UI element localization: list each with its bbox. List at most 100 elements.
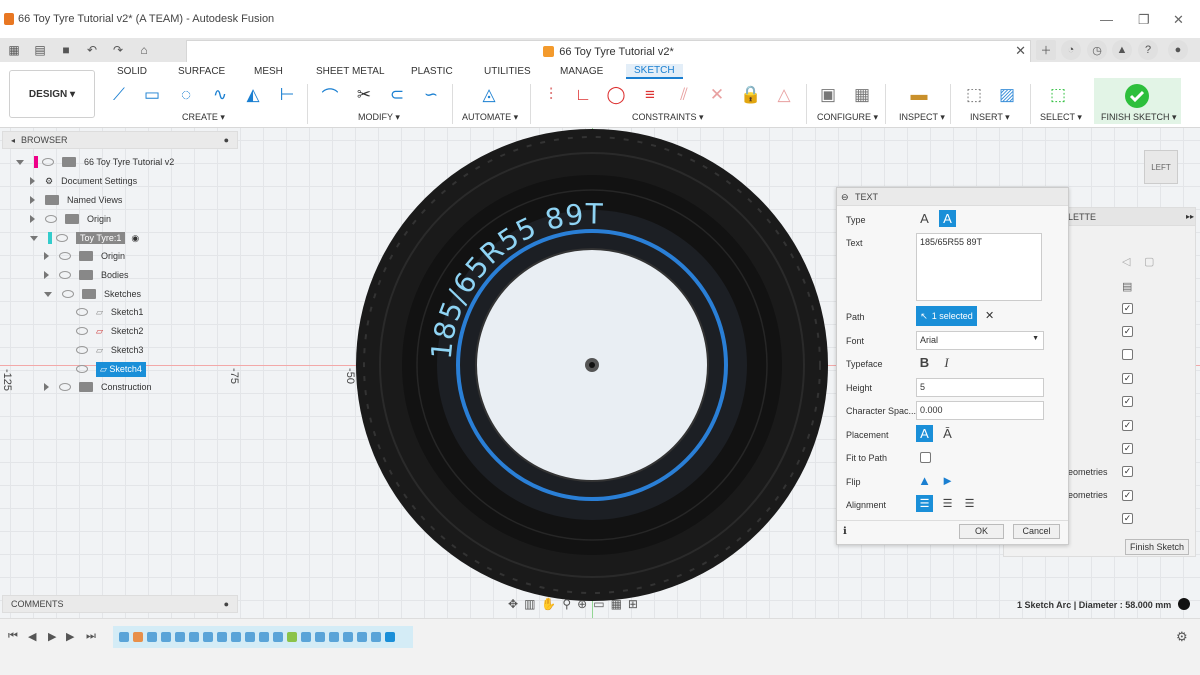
insert-image-icon[interactable]: ▨ [994, 82, 1020, 108]
spline-tool-icon[interactable]: ∿ [207, 82, 233, 108]
measure-icon[interactable]: ▬ [906, 82, 932, 108]
save-icon[interactable]: ■ [56, 40, 76, 60]
tree-item-bodies[interactable]: Bodies [44, 266, 129, 284]
timeline-item[interactable] [343, 632, 353, 642]
zoom-icon[interactable]: ⚲ [562, 597, 571, 611]
visibility-eye-icon[interactable] [56, 234, 68, 242]
timeline-features[interactable] [113, 626, 413, 648]
visibility-eye-icon[interactable] [59, 271, 71, 279]
clear-selection-icon[interactable]: ✕ [985, 309, 994, 322]
flip-vertical-icon[interactable]: ▲ [916, 472, 933, 489]
text-type-icon[interactable]: A [916, 210, 933, 227]
info-icon[interactable]: ℹ [843, 526, 847, 537]
palette-checkbox[interactable]: ✓ [1122, 396, 1133, 407]
user-avatar[interactable]: ● [1168, 40, 1188, 60]
expand-icon[interactable] [30, 196, 35, 204]
timeline-item[interactable] [329, 632, 339, 642]
tab-solid[interactable]: SOLID [117, 66, 147, 77]
look-at-icon[interactable]: ◁ [1122, 255, 1130, 268]
tree-item-construction[interactable]: Construction [44, 378, 152, 396]
character-spacing-input[interactable]: 0.000 [916, 401, 1044, 420]
tab-plastic[interactable]: PLASTIC [411, 66, 453, 77]
visibility-eye-icon[interactable] [76, 327, 88, 335]
close-icon[interactable]: ✕ [1173, 12, 1184, 28]
automate-icon[interactable]: ◬ [476, 82, 502, 108]
ok-button[interactable]: OK [959, 524, 1004, 539]
viewcube[interactable]: LEFT [1144, 150, 1178, 184]
placement-above-icon[interactable]: Ā [939, 425, 956, 442]
tree-item-sketch-active[interactable]: ▱ Sketch4 [76, 360, 146, 378]
timeline-settings-icon[interactable]: ⚙ [1176, 629, 1188, 645]
minimize-icon[interactable]: — [1100, 12, 1113, 27]
timeline-item[interactable] [217, 632, 227, 642]
timeline-item[interactable] [203, 632, 213, 642]
mirror-tool-icon[interactable]: ◭ [240, 82, 266, 108]
dialog-header[interactable]: TEXT [837, 188, 1068, 206]
configure-menu[interactable]: CONFIGURE ▾ [817, 112, 878, 123]
timeline-item[interactable] [133, 632, 143, 642]
redo-icon[interactable]: ↷ [108, 40, 128, 60]
tangent-constraint-icon[interactable]: ◯ [603, 82, 629, 108]
coincident-constraint-icon[interactable]: ⫶ [538, 82, 564, 108]
timeline-item[interactable] [119, 632, 129, 642]
parallel-constraint-icon[interactable]: ⫽ [671, 82, 697, 108]
tree-item-sketch[interactable]: ▱ Sketch3 [76, 341, 143, 359]
timeline-item[interactable] [301, 632, 311, 642]
palette-checkbox[interactable]: ✓ [1122, 326, 1133, 337]
tree-item-origin[interactable]: Origin [44, 247, 125, 265]
perpendicular-constraint-icon[interactable]: ∟ [570, 82, 596, 108]
timeline-item[interactable] [259, 632, 269, 642]
timeline-item[interactable] [315, 632, 325, 642]
timeline-item[interactable] [231, 632, 241, 642]
tab-surface[interactable]: SURFACE [178, 66, 225, 77]
expand-panel-icon[interactable]: ▸▸ [1186, 212, 1194, 221]
timeline-item[interactable] [273, 632, 283, 642]
align-right-icon[interactable]: ☰ [961, 495, 978, 512]
pin-icon[interactable]: ● [224, 599, 229, 609]
create-menu[interactable]: CREATE ▾ [182, 112, 225, 123]
flip-horizontal-icon[interactable]: ► [939, 472, 956, 489]
pan-icon[interactable]: ✋ [541, 597, 556, 611]
tree-item-root[interactable]: 66 Toy Tyre Tutorial v2 [16, 153, 174, 171]
timeline-item[interactable] [287, 632, 297, 642]
symmetry-constraint-icon[interactable]: △ [771, 82, 797, 108]
modify-menu[interactable]: MODIFY ▾ [358, 112, 400, 123]
finish-sketch-menu[interactable]: FINISH SKETCH ▾ [1101, 112, 1177, 123]
align-left-icon[interactable]: ☰ [916, 495, 933, 512]
equal-constraint-icon[interactable]: ≡ [637, 82, 663, 108]
expand-icon[interactable] [44, 383, 49, 391]
palette-checkbox[interactable]: ✓ [1122, 466, 1133, 477]
go-to-start-icon[interactable]: ⏮ [8, 630, 18, 643]
undo-icon[interactable]: ↶ [82, 40, 102, 60]
step-forward-icon[interactable]: ▶ [66, 630, 74, 643]
tab-sheet-metal[interactable]: SHEET METAL [316, 66, 385, 77]
select-menu[interactable]: SELECT ▾ [1040, 112, 1082, 123]
insert-derive-icon[interactable]: ⬚ [961, 82, 987, 108]
expand-icon[interactable] [30, 177, 35, 185]
finish-sketch-palette-button[interactable]: Finish Sketch [1125, 539, 1190, 555]
tree-item-named-views[interactable]: Named Views [30, 191, 122, 209]
visibility-eye-icon[interactable] [42, 158, 54, 166]
viewports-icon[interactable]: ⊞ [628, 597, 638, 611]
file-menu-icon[interactable]: ▤ [30, 40, 50, 60]
path-selection-button[interactable]: ↖ 1 selected [916, 306, 977, 326]
fit-to-path-checkbox[interactable] [920, 452, 931, 463]
visibility-eye-icon[interactable] [45, 215, 57, 223]
italic-icon[interactable]: I [938, 354, 955, 371]
timeline-item[interactable] [371, 632, 381, 642]
tyre-model[interactable]: 185/65R55 89T [352, 128, 832, 608]
grid-settings-icon[interactable]: ▦ [611, 597, 622, 611]
cancel-button[interactable]: Cancel [1013, 524, 1060, 539]
tab-utilities[interactable]: UTILITIES [484, 66, 531, 77]
slice-icon[interactable]: ▢ [1144, 255, 1154, 268]
trim-tool-icon[interactable]: ✂ [351, 82, 377, 108]
timeline-item[interactable] [147, 632, 157, 642]
maximize-icon[interactable]: ❐ [1138, 12, 1150, 28]
bold-icon[interactable]: B [916, 354, 933, 371]
font-select[interactable]: Arial ▼ [916, 331, 1044, 350]
circle-tool-icon[interactable]: ◌ [173, 82, 199, 108]
align-center-icon[interactable]: ☰ [939, 495, 956, 512]
text-input[interactable]: 185/65R55 89T [916, 233, 1042, 301]
display-settings-icon[interactable]: ▭ [593, 597, 604, 611]
visibility-eye-icon[interactable] [59, 252, 71, 260]
